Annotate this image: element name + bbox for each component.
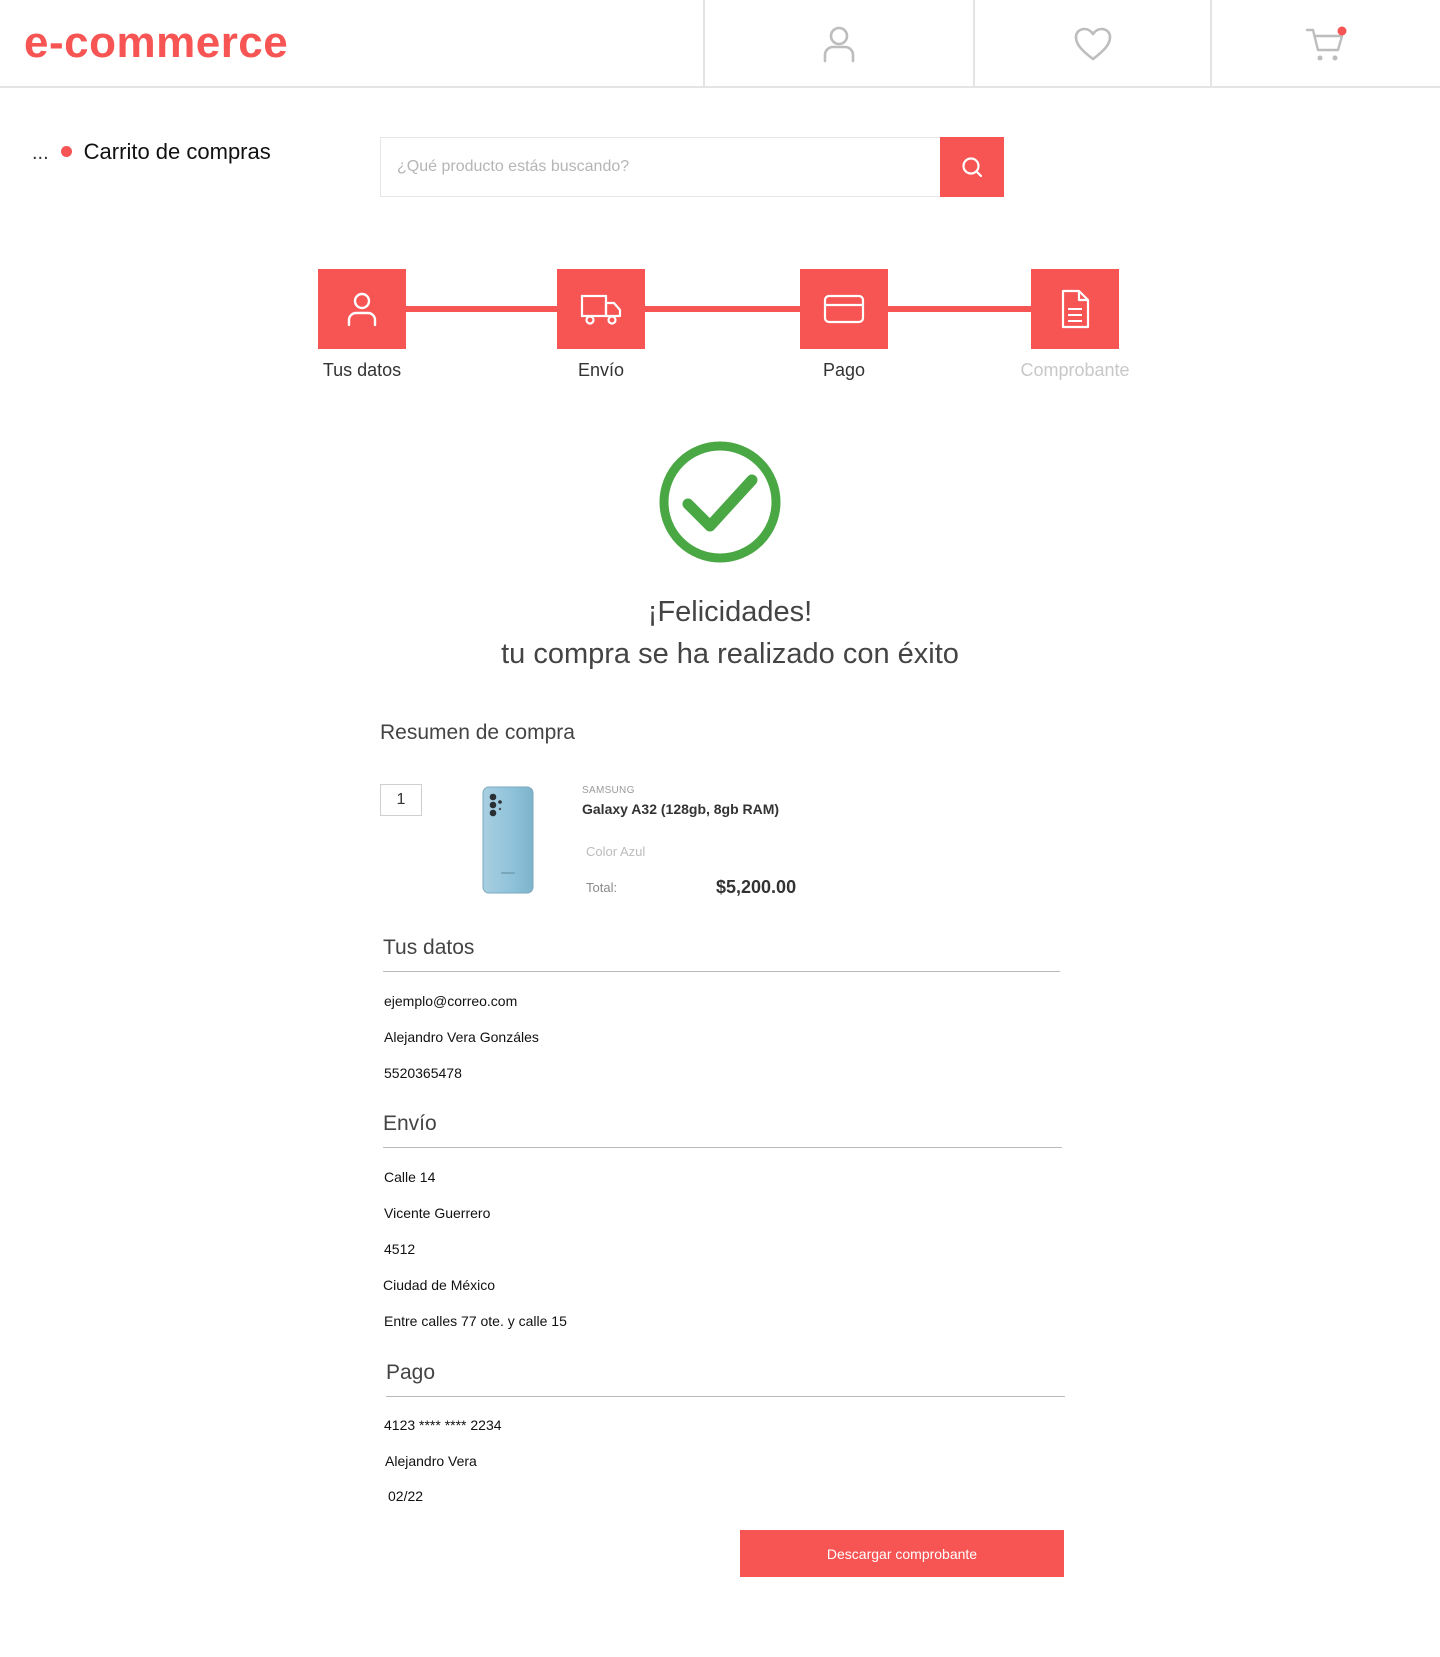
step-pago[interactable] xyxy=(800,269,888,349)
shipping-city: Ciudad de México xyxy=(383,1277,496,1293)
step-connector xyxy=(645,306,800,312)
product-brand: SAMSUNG xyxy=(582,785,635,796)
success-title: ¡Felicidades! xyxy=(647,596,813,628)
shipping-zip: 4512 xyxy=(384,1241,416,1257)
heart-icon xyxy=(1074,27,1111,61)
step-connector xyxy=(405,306,557,312)
search-input[interactable] xyxy=(380,137,944,197)
download-receipt-button[interactable]: Descargar comprobante xyxy=(740,1530,1064,1577)
breadcrumb-dot xyxy=(60,146,72,157)
shipping-references: Entre calles 77 ote. y calle 15 xyxy=(384,1313,567,1329)
cart-icon xyxy=(1305,26,1347,61)
step-tus-datos[interactable] xyxy=(318,269,406,349)
product-image xyxy=(482,786,534,894)
cart-badge xyxy=(1337,26,1347,36)
step-comprobante[interactable] xyxy=(1031,269,1119,349)
section-divider xyxy=(386,1396,1065,1397)
user-icon xyxy=(347,292,377,327)
section-divider xyxy=(383,971,1060,972)
step-connector xyxy=(888,306,1031,312)
payment-card-number: 4123 **** **** 2234 xyxy=(384,1417,502,1433)
section-title-tus-datos: Tus datos xyxy=(383,936,475,959)
user-icon xyxy=(823,26,855,63)
site-logo[interactable]: e-commerce xyxy=(24,18,288,68)
personal-name: Alejandro Vera Gonzáles xyxy=(384,1029,539,1045)
top-header: e-commerce xyxy=(0,0,1440,88)
search-icon xyxy=(962,157,983,178)
breadcrumb-current: Carrito de compras xyxy=(83,138,271,164)
payment-cardholder: Alejandro Vera xyxy=(385,1453,477,1469)
step-label: Comprobante xyxy=(1020,360,1130,380)
document-icon xyxy=(1061,289,1090,329)
step-label: Tus datos xyxy=(322,360,402,380)
personal-email: ejemplo@correo.com xyxy=(384,993,518,1009)
search-button[interactable] xyxy=(940,137,1004,197)
breadcrumb: ... Carrito de compras xyxy=(32,138,271,165)
summary-title: Resumen de compra xyxy=(380,721,575,744)
section-title-envio: Envío xyxy=(383,1112,437,1135)
step-label: Envío xyxy=(577,360,625,380)
section-divider xyxy=(383,1147,1062,1148)
payment-expiry: 02/22 xyxy=(388,1488,424,1504)
quantity-box: 1 xyxy=(380,784,422,816)
product-name: Galaxy A32 (128gb, 8gb RAM) xyxy=(582,801,780,817)
breadcrumb-ellipsis[interactable]: ... xyxy=(32,142,49,165)
account-button[interactable] xyxy=(703,0,973,88)
success-subtitle: tu compra se ha realizado con éxito xyxy=(501,638,959,670)
check-circle-icon xyxy=(659,441,781,563)
truck-icon xyxy=(580,294,622,325)
credit-card-icon xyxy=(823,294,865,324)
shipping-neighborhood: Vicente Guerrero xyxy=(384,1205,491,1221)
cart-button[interactable] xyxy=(1210,0,1440,88)
product-color: Color Azul xyxy=(586,844,646,859)
shipping-street: Calle 14 xyxy=(384,1169,436,1185)
personal-phone: 5520365478 xyxy=(384,1065,462,1081)
step-label: Pago xyxy=(822,360,866,380)
total-value: $5,200.00 xyxy=(716,877,797,897)
section-title-pago: Pago xyxy=(386,1361,436,1384)
wishlist-button[interactable] xyxy=(973,0,1210,88)
step-envio[interactable] xyxy=(557,269,645,349)
search-bar xyxy=(380,137,1004,197)
total-label: Total: xyxy=(586,880,618,895)
